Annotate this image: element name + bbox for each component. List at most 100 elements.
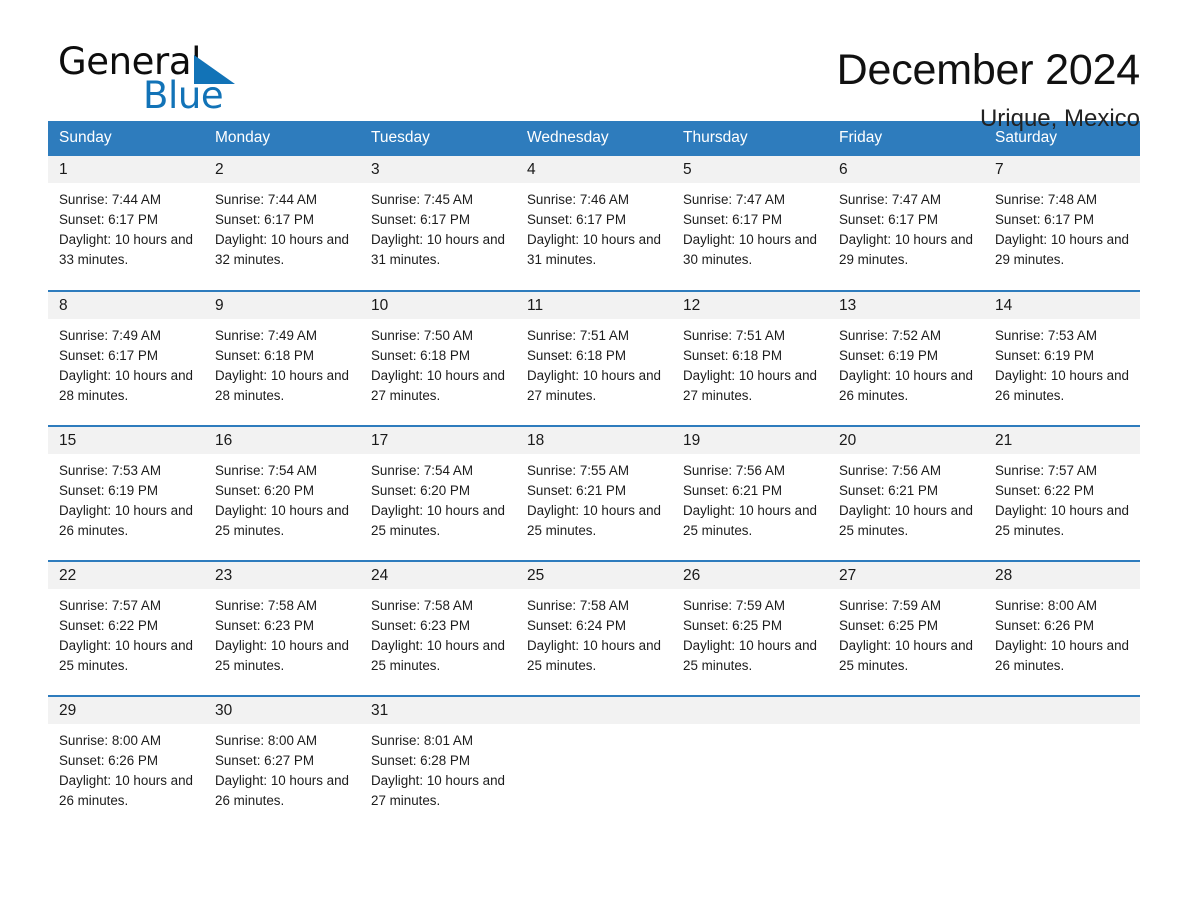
day-number: 6 <box>839 161 848 178</box>
day-number: 1 <box>59 161 68 178</box>
daylight-text: Daylight: 10 hours and 25 minutes. <box>995 502 1129 538</box>
day-cell[interactable]: 10 Sunrise: 7:50 AM Sunset: 6:18 PM Dayligh… <box>360 292 516 425</box>
day-cell[interactable]: 1 Sunrise: 7:44 AM Sunset: 6:17 PM Daylight… <box>48 156 204 290</box>
weekday-wednesday: Wednesday <box>527 129 609 146</box>
sunset-text: Sunset: 6:23 PM <box>215 617 314 633</box>
sunset-text: Sunset: 6:24 PM <box>527 617 626 633</box>
sunset-text: Sunset: 6:20 PM <box>215 482 314 498</box>
day-cell[interactable]: 11 Sunrise: 7:51 AM Sunset: 6:18 PM Dayligh… <box>516 292 672 425</box>
sunrise-text: Sunrise: 7:58 AM <box>215 598 317 613</box>
sunset-text: Sunset: 6:23 PM <box>371 617 470 633</box>
sunrise-text: Sunrise: 7:49 AM <box>215 328 317 343</box>
day-cell[interactable]: 8 Sunrise: 7:49 AM Sunset: 6:17 PM Daylight… <box>48 292 204 425</box>
day-cell[interactable]: 4 Sunrise: 7:46 AM Sunset: 6:17 PM Daylight… <box>516 156 672 290</box>
day-number: 20 <box>839 432 857 449</box>
daylight-text: Daylight: 10 hours and 25 minutes. <box>683 637 817 673</box>
sunset-text: Sunset: 6:27 PM <box>215 752 314 768</box>
day-cell[interactable]: 20 Sunrise: 7:56 AM Sunset: 6:21 PM Dayligh… <box>828 427 984 560</box>
sunset-text: Sunset: 6:18 PM <box>371 347 470 363</box>
day-cell[interactable]: 23 Sunrise: 7:58 AM Sunset: 6:23 PM Dayligh… <box>204 562 360 695</box>
daylight-text: Daylight: 10 hours and 29 minutes. <box>839 231 973 267</box>
day-cell[interactable]: 6 Sunrise: 7:47 AM Sunset: 6:17 PM Daylight… <box>828 156 984 290</box>
day-number: 26 <box>683 567 701 584</box>
sunrise-text: Sunrise: 7:51 AM <box>683 328 785 343</box>
sunrise-text: Sunrise: 8:01 AM <box>371 733 473 748</box>
sunrise-text: Sunrise: 7:56 AM <box>839 463 941 478</box>
day-number: 28 <box>995 567 1013 584</box>
sunrise-text: Sunrise: 7:51 AM <box>527 328 629 343</box>
sunrise-text: Sunrise: 8:00 AM <box>995 598 1097 613</box>
sunrise-text: Sunrise: 7:44 AM <box>59 192 161 207</box>
day-cell[interactable]: 22 Sunrise: 7:57 AM Sunset: 6:22 PM Dayligh… <box>48 562 204 695</box>
day-cell[interactable]: 17 Sunrise: 7:54 AM Sunset: 6:20 PM Dayligh… <box>360 427 516 560</box>
day-cell[interactable]: 26 Sunrise: 7:59 AM Sunset: 6:25 PM Dayligh… <box>672 562 828 695</box>
sunset-text: Sunset: 6:22 PM <box>59 617 158 633</box>
day-cell[interactable]: 21 Sunrise: 7:57 AM Sunset: 6:22 PM Dayligh… <box>984 427 1140 560</box>
sunrise-text: Sunrise: 7:59 AM <box>839 598 941 613</box>
day-cell[interactable]: 30 Sunrise: 8:00 AM Sunset: 6:27 PM Dayligh… <box>204 697 360 817</box>
day-cell-empty <box>516 697 672 817</box>
sunrise-text: Sunrise: 7:50 AM <box>371 328 473 343</box>
day-number: 31 <box>371 702 389 719</box>
day-cell[interactable]: 13 Sunrise: 7:52 AM Sunset: 6:19 PM Dayligh… <box>828 292 984 425</box>
sunset-text: Sunset: 6:17 PM <box>527 211 626 227</box>
sunset-text: Sunset: 6:18 PM <box>215 347 314 363</box>
day-number: 29 <box>59 702 77 719</box>
day-number: 25 <box>527 567 545 584</box>
day-cell[interactable]: 15 Sunrise: 7:53 AM Sunset: 6:19 PM Dayligh… <box>48 427 204 560</box>
daylight-text: Daylight: 10 hours and 29 minutes. <box>995 231 1129 267</box>
week-row: 29 Sunrise: 8:00 AM Sunset: 6:26 PM Dayligh… <box>48 695 1140 817</box>
day-cell[interactable]: 28 Sunrise: 8:00 AM Sunset: 6:26 PM Dayligh… <box>984 562 1140 695</box>
sunrise-text: Sunrise: 7:47 AM <box>839 192 941 207</box>
daylight-text: Daylight: 10 hours and 26 minutes. <box>59 772 193 808</box>
day-cell[interactable]: 31 Sunrise: 8:01 AM Sunset: 6:28 PM Dayligh… <box>360 697 516 817</box>
day-cell[interactable]: 5 Sunrise: 7:47 AM Sunset: 6:17 PM Daylight… <box>672 156 828 290</box>
logo-text-blue: Blue <box>143 74 224 117</box>
sunrise-text: Sunrise: 7:54 AM <box>215 463 317 478</box>
daylight-text: Daylight: 10 hours and 27 minutes. <box>371 772 505 808</box>
day-cell[interactable]: 18 Sunrise: 7:55 AM Sunset: 6:21 PM Dayligh… <box>516 427 672 560</box>
sunrise-text: Sunrise: 7:53 AM <box>995 328 1097 343</box>
day-cell[interactable]: 14 Sunrise: 7:53 AM Sunset: 6:19 PM Dayligh… <box>984 292 1140 425</box>
sunset-text: Sunset: 6:21 PM <box>527 482 626 498</box>
sunset-text: Sunset: 6:26 PM <box>59 752 158 768</box>
day-cell[interactable]: 29 Sunrise: 8:00 AM Sunset: 6:26 PM Dayligh… <box>48 697 204 817</box>
day-cell[interactable]: 25 Sunrise: 7:58 AM Sunset: 6:24 PM Dayligh… <box>516 562 672 695</box>
day-number: 19 <box>683 432 701 449</box>
day-cell[interactable]: 19 Sunrise: 7:56 AM Sunset: 6:21 PM Dayligh… <box>672 427 828 560</box>
daylight-text: Daylight: 10 hours and 32 minutes. <box>215 231 349 267</box>
day-cell[interactable]: 24 Sunrise: 7:58 AM Sunset: 6:23 PM Dayligh… <box>360 562 516 695</box>
daylight-text: Daylight: 10 hours and 25 minutes. <box>59 637 193 673</box>
sunset-text: Sunset: 6:22 PM <box>995 482 1094 498</box>
sunrise-text: Sunrise: 7:57 AM <box>995 463 1097 478</box>
day-cell[interactable]: 16 Sunrise: 7:54 AM Sunset: 6:20 PM Dayligh… <box>204 427 360 560</box>
day-cell-empty <box>828 697 984 817</box>
daylight-text: Daylight: 10 hours and 31 minutes. <box>371 231 505 267</box>
day-number: 21 <box>995 432 1013 449</box>
day-cell[interactable]: 3 Sunrise: 7:45 AM Sunset: 6:17 PM Daylight… <box>360 156 516 290</box>
sunset-text: Sunset: 6:28 PM <box>371 752 470 768</box>
daylight-text: Daylight: 10 hours and 28 minutes. <box>215 367 349 403</box>
day-cell[interactable]: 7 Sunrise: 7:48 AM Sunset: 6:17 PM Daylight… <box>984 156 1140 290</box>
day-cell[interactable]: 12 Sunrise: 7:51 AM Sunset: 6:18 PM Dayligh… <box>672 292 828 425</box>
sunset-text: Sunset: 6:20 PM <box>371 482 470 498</box>
sunset-text: Sunset: 6:17 PM <box>683 211 782 227</box>
sunset-text: Sunset: 6:17 PM <box>59 211 158 227</box>
sunrise-text: Sunrise: 7:59 AM <box>683 598 785 613</box>
sunset-text: Sunset: 6:19 PM <box>839 347 938 363</box>
day-number: 15 <box>59 432 77 449</box>
sunset-text: Sunset: 6:25 PM <box>683 617 782 633</box>
week-row: 8 Sunrise: 7:49 AM Sunset: 6:17 PM Daylight… <box>48 290 1140 425</box>
day-cell[interactable]: 2 Sunrise: 7:44 AM Sunset: 6:17 PM Daylight… <box>204 156 360 290</box>
sunset-text: Sunset: 6:21 PM <box>839 482 938 498</box>
daylight-text: Daylight: 10 hours and 28 minutes. <box>59 367 193 403</box>
day-cell[interactable]: 27 Sunrise: 7:59 AM Sunset: 6:25 PM Dayligh… <box>828 562 984 695</box>
day-cell-empty <box>984 697 1140 817</box>
day-number: 4 <box>527 161 536 178</box>
sunset-text: Sunset: 6:17 PM <box>59 347 158 363</box>
day-cell[interactable]: 9 Sunrise: 7:49 AM Sunset: 6:18 PM Daylight… <box>204 292 360 425</box>
day-cell-empty <box>672 697 828 817</box>
daylight-text: Daylight: 10 hours and 25 minutes. <box>527 502 661 538</box>
sunset-text: Sunset: 6:17 PM <box>995 211 1094 227</box>
empty-band <box>516 697 672 724</box>
